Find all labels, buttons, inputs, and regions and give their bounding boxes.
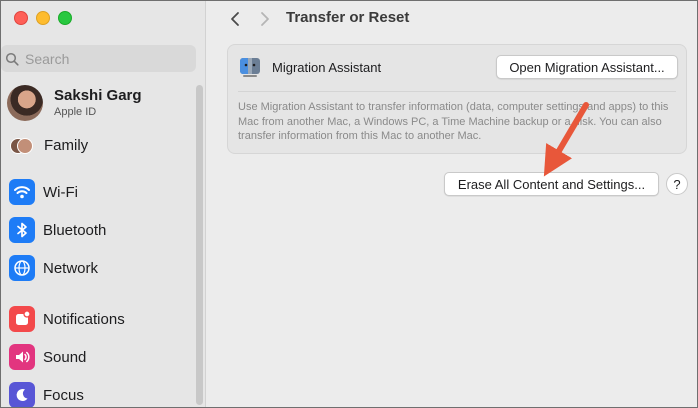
erase-all-content-button[interactable]: Erase All Content and Settings... [444,172,659,196]
migration-assistant-label: Migration Assistant [272,59,382,75]
family-icon [10,135,33,155]
search-icon [5,52,19,66]
open-migration-assistant-button[interactable]: Open Migration Assistant... [496,55,678,79]
back-button[interactable] [226,10,244,28]
wifi-icon [9,179,35,205]
sidebar-item-network[interactable]: Network [9,255,98,281]
migration-assistant-icon [240,58,260,77]
forward-button[interactable] [256,10,274,28]
bluetooth-icon [9,217,35,243]
migration-card: Migration Assistant Open Migration Assis… [227,44,687,154]
toolbar: Transfer or Reset [206,1,697,37]
sidebar-item-bluetooth[interactable]: Bluetooth [9,217,106,243]
search-input[interactable]: Search [1,45,196,72]
sidebar-item-label: Network [43,259,99,277]
sidebar-item-label: Notifications [43,310,125,328]
profile-subtitle: Apple ID [54,106,97,118]
migration-description: Use Migration Assistant to transfer info… [238,101,669,142]
search-placeholder: Search [25,50,70,67]
sidebar-item-sound[interactable]: Sound [9,344,86,370]
close-button[interactable] [14,11,28,25]
speaker-icon [9,344,35,370]
sidebar-item-label: Family [44,136,89,154]
zoom-button[interactable] [58,11,72,25]
minimize-button[interactable] [36,11,50,25]
sidebar-scrollbar[interactable] [196,85,203,405]
chevron-left-icon [231,12,239,26]
help-button[interactable]: ? [666,173,688,195]
sidebar-item-focus[interactable]: Focus [9,382,84,407]
apple-id-profile[interactable]: Sakshi Garg Apple ID [7,85,142,121]
window-controls [14,11,72,25]
globe-icon [9,255,35,281]
bell-icon [9,306,35,332]
sidebar-item-family[interactable]: Family [10,135,88,155]
system-settings-window: Search Sakshi Garg Apple ID Family Wi-Fi… [0,0,698,408]
sidebar-item-label: Focus [43,386,84,404]
sidebar: Search Sakshi Garg Apple ID Family Wi-Fi… [1,1,206,407]
profile-name: Sakshi Garg [54,87,142,104]
sidebar-item-label: Sound [43,348,87,366]
main-pane: Transfer or Reset Migration Assistant Op… [206,1,697,407]
sidebar-item-label: Wi-Fi [43,183,78,201]
page-title: Transfer or Reset [286,9,410,26]
sidebar-item-notifications[interactable]: Notifications [9,306,125,332]
avatar [7,85,43,121]
moon-icon [9,382,35,407]
sidebar-item-wifi[interactable]: Wi-Fi [9,179,78,205]
chevron-right-icon [261,12,269,26]
divider [238,91,676,92]
sidebar-item-label: Bluetooth [43,221,107,239]
